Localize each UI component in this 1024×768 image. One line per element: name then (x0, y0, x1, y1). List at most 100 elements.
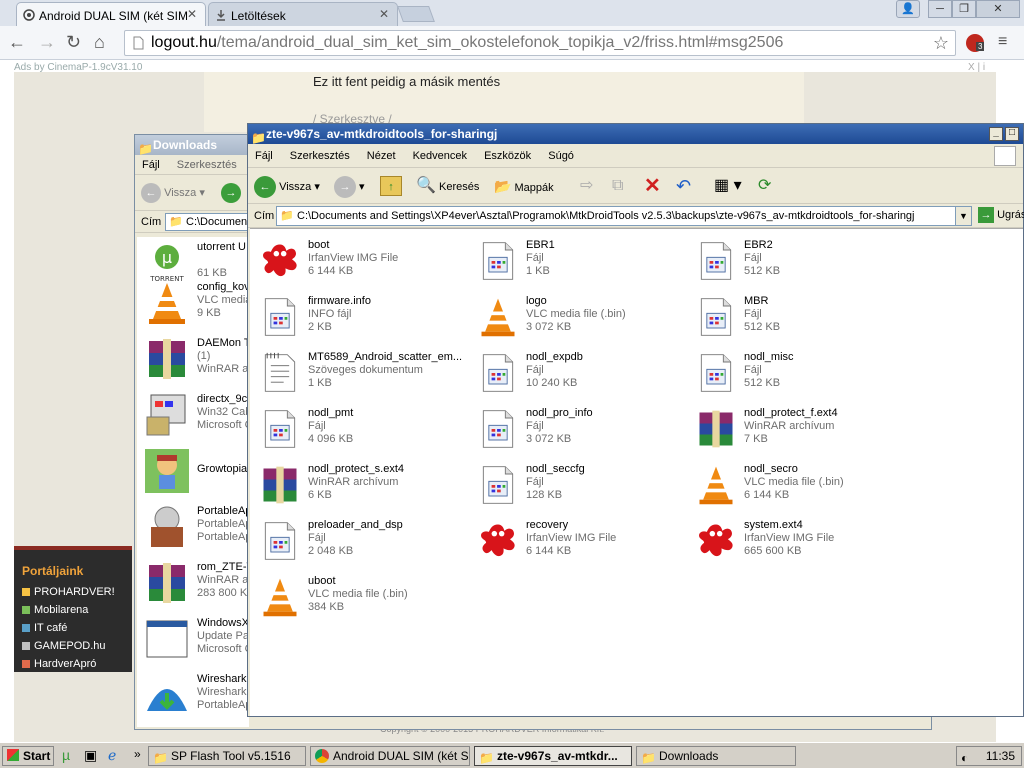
close-window-button[interactable]: ✕ (976, 0, 1020, 18)
address-bar[interactable]: logout.hu/tema/android_dual_sim_ket_sim_… (124, 30, 956, 56)
irfanview-icon (258, 239, 302, 287)
system-tray: ◐ 11:35 (956, 746, 1022, 766)
close-tab-icon[interactable]: ✕ (187, 7, 197, 21)
portal-link[interactable]: HardverApró (22, 655, 124, 673)
new-tab-button[interactable] (397, 6, 435, 22)
undo-icon[interactable]: ↶ (676, 176, 691, 196)
file-item[interactable]: uboot VLC media file (.bin) 384 KB (258, 573, 468, 625)
forward-button[interactable]: → ▾ (334, 176, 365, 198)
vlc-icon (476, 295, 520, 343)
file-item[interactable]: firmware.info INFO fájl 2 KB (258, 293, 468, 345)
portal-box: Portáljaink PROHARDVER! Mobilarena IT ca… (14, 546, 132, 672)
restore-button[interactable]: ❐ (952, 0, 976, 18)
list-item[interactable]: Wireshark Wireshark PortableAp (143, 669, 253, 723)
menu-favorites[interactable]: Kedvencek (413, 150, 467, 162)
file-name: nodl_secro (744, 463, 798, 475)
forward-button[interactable]: → (221, 183, 241, 203)
tray-icon[interactable]: ◐ (961, 749, 968, 767)
file-item[interactable]: MT6589_Android_scatter_em... Szöveges dok… (258, 349, 468, 401)
portal-link[interactable]: Mobilarena (22, 601, 124, 619)
taskbar-item[interactable]: 📁 SP Flash Tool v5.1516 (148, 746, 306, 766)
file-item[interactable]: logo VLC media file (.bin) 3 072 KB (476, 293, 686, 345)
portal-link[interactable]: IT café (22, 619, 124, 637)
list-item[interactable]: DAEMon T (1) WinRAR ar (143, 333, 253, 387)
file-item[interactable]: nodl_protect_f.ext4 WinRAR archívum 7 KB (694, 405, 904, 457)
file-item[interactable]: EBR2 Fájl 512 KB (694, 237, 904, 289)
file-size: 4 096 KB (308, 433, 354, 445)
copy-to-icon[interactable]: ⧉ (612, 176, 623, 196)
adblock-extension-icon[interactable]: 3 (966, 34, 985, 52)
minimize-button[interactable]: _ (989, 127, 1003, 141)
tab-label: Letöltések (231, 9, 286, 23)
refresh-icon[interactable]: ⟳ (758, 176, 771, 196)
file-item[interactable]: system.ext4 IrfanView IMG File 665 600 KB (694, 517, 904, 569)
move-to-icon[interactable]: ⇨ (580, 176, 593, 196)
quicklaunch-icon[interactable]: ▣ (84, 747, 97, 764)
minimize-button[interactable]: ─ (928, 0, 952, 18)
folders-icon: 📂 (494, 178, 512, 194)
menu-help[interactable]: Súgó (548, 150, 574, 162)
forward-arrow-icon: → (334, 176, 356, 198)
maximize-button[interactable]: □ (1005, 127, 1019, 141)
close-tab-icon[interactable]: ✕ (379, 7, 389, 21)
star-icon[interactable]: ☆ (933, 31, 949, 55)
dropdown-arrow-icon[interactable]: ▼ (955, 207, 971, 225)
file-icon (258, 519, 302, 567)
start-button[interactable]: Start (2, 746, 54, 766)
utorrent-quicklaunch-icon[interactable]: µ (62, 747, 70, 763)
list-item[interactable]: Growtopia (143, 445, 253, 499)
up-folder-button[interactable]: ↑ (380, 176, 402, 196)
file-item[interactable]: nodl_pro_info Fájl 3 072 KB (476, 405, 686, 457)
explorer-titlebar[interactable]: 📁 zte-v967s_av-mtkdroidtools_for-sharing… (248, 124, 1023, 144)
list-item[interactable]: directx_9c Win32 Cab Microsoft C (143, 389, 253, 443)
folders-button[interactable]: 📂 Mappák (494, 176, 554, 196)
portal-link[interactable]: PROHARDVER! (22, 583, 124, 601)
views-icon[interactable]: ▦ ▾ (714, 176, 742, 196)
file-item[interactable]: nodl_misc Fájl 512 KB (694, 349, 904, 401)
home-icon[interactable]: ⌂ (94, 32, 105, 52)
search-button[interactable]: 🔍 Keresés (416, 176, 479, 196)
file-item[interactable]: preloader_and_dsp Fájl 2 048 KB (258, 517, 468, 569)
file-item[interactable]: MBR Fájl 512 KB (694, 293, 904, 345)
menu-edit[interactable]: Szerkesztés (290, 150, 350, 162)
chevron-icon[interactable]: » (134, 747, 141, 761)
menu-icon[interactable]: ≡ (998, 32, 1007, 52)
tab-downloads[interactable]: Letöltések ✕ (208, 2, 398, 26)
back-button[interactable]: ← Vissza ▾ (141, 183, 205, 203)
taskbar-item-active[interactable]: 📁 zte-v967s_av-mtkdr... (474, 746, 632, 766)
list-item[interactable]: config_kov VLC media 9 KB (143, 277, 253, 331)
menu-item[interactable]: Szerkesztés (177, 159, 237, 171)
list-item[interactable]: PortableAp PortableAp PortableAp (143, 501, 253, 555)
file-item[interactable]: boot IrfanView IMG File 6 144 KB (258, 237, 468, 289)
file-item[interactable]: recovery IrfanView IMG File 6 144 KB (476, 517, 686, 569)
back-button[interactable]: ← Vissza ▾ (254, 176, 320, 198)
list-item[interactable]: WindowsX Update Pa Microsoft C (143, 613, 253, 667)
menu-view[interactable]: Nézet (367, 150, 396, 162)
menu-tools[interactable]: Eszközök (484, 150, 531, 162)
file-item[interactable]: nodl_secro VLC media file (.bin) 6 144 KB (694, 461, 904, 513)
taskbar-item[interactable]: 📁 Downloads (636, 746, 796, 766)
menu-item[interactable]: Fájl (142, 159, 160, 171)
file-item[interactable]: EBR1 Fájl 1 KB (476, 237, 686, 289)
user-icon[interactable]: 👤 (896, 0, 920, 18)
ie-quicklaunch-icon[interactable]: ℯ (108, 747, 116, 764)
reload-icon[interactable]: ↻ (66, 32, 81, 52)
address-input[interactable]: 📁 C:\Documents and Settings\XP4ever\Aszt… (276, 206, 972, 226)
file-item[interactable]: nodl_expdb Fájl 10 240 KB (476, 349, 686, 401)
delete-icon[interactable]: ✕ (644, 176, 661, 196)
file-type: WinRAR archívum (308, 476, 399, 488)
ads-close[interactable]: X | i (968, 62, 985, 73)
forward-arrow-icon[interactable]: → (38, 32, 56, 52)
file-item[interactable]: nodl_seccfg Fájl 128 KB (476, 461, 686, 513)
go-button[interactable]: → Ugrás (978, 206, 1024, 226)
taskbar: Start µ ▣ ℯ » 📁 SP Flash Tool v5.1516 And… (0, 742, 1024, 768)
file-item[interactable]: nodl_protect_s.ext4 WinRAR archívum 6 KB (258, 461, 468, 513)
taskbar-item[interactable]: Android DUAL SIM (két S... (310, 746, 470, 766)
file-item[interactable]: nodl_pmt Fájl 4 096 KB (258, 405, 468, 457)
file-size: 10 240 KB (526, 377, 578, 389)
back-arrow-icon[interactable]: ← (8, 32, 26, 52)
menu-file[interactable]: Fájl (255, 150, 273, 162)
list-item[interactable]: rom_ZTE-V WinRAR ar 283 800 KI (143, 557, 254, 611)
tab-android-dual-sim[interactable]: Android DUAL SIM (két SIM ✕ (16, 2, 206, 26)
portal-link[interactable]: GAMEPOD.hu (22, 637, 124, 655)
